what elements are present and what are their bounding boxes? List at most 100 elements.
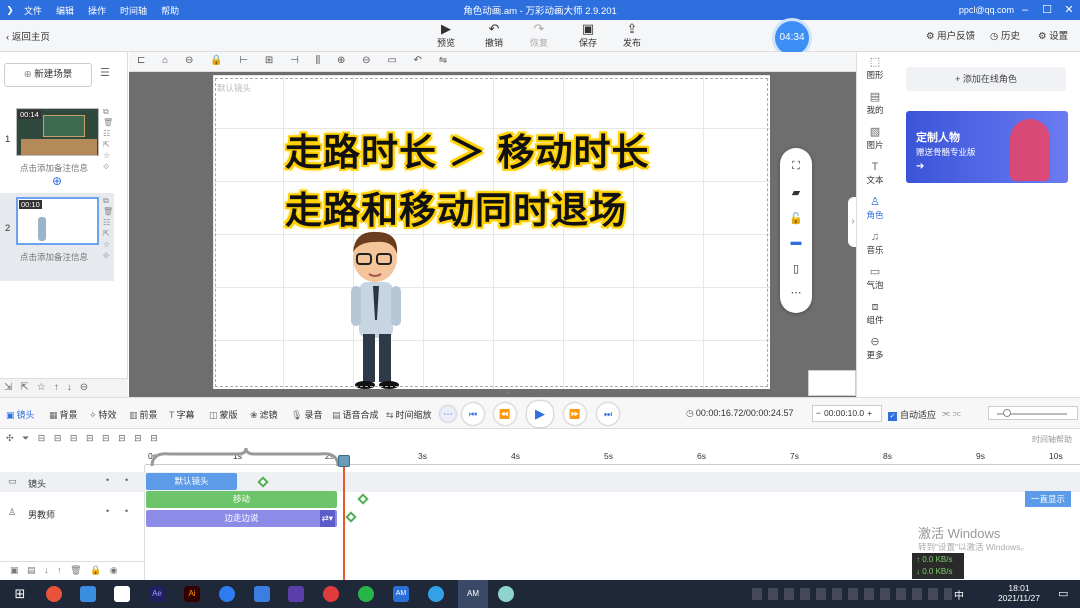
star-icon[interactable]: ☆ (37, 382, 54, 393)
tab-shape[interactable]: ⬚ 图形 (857, 56, 893, 81)
windows-start-icon[interactable]: ⊞ (12, 586, 28, 602)
zoom-in-icon[interactable]: ⊕ (337, 55, 345, 66)
walk-talk-clip[interactable]: 边走边说 ⇄▾ (146, 510, 337, 527)
history-button[interactable]: ◷ 历史 (990, 28, 1020, 42)
camera-clip[interactable]: 默认镜头 (146, 473, 237, 490)
tab-text[interactable]: T 文本 (857, 161, 893, 186)
fit-controls[interactable]: ⫘ ⫗ (942, 408, 961, 419)
record-button[interactable]: 🎙 录音 (291, 408, 322, 421)
next-frame-icon[interactable]: ⏩ (564, 403, 586, 425)
subtitle-button[interactable]: T 字幕 (169, 408, 195, 421)
zoom-slider-thumb[interactable] (1003, 409, 1011, 417)
menu-edit[interactable]: 编辑 (56, 4, 74, 17)
delete-icon[interactable]: 🗑 (70, 565, 81, 575)
tab-music[interactable]: ♫ 音乐 (857, 231, 893, 256)
anim-app-active-icon[interactable]: AM (458, 580, 488, 608)
add-scene-icon[interactable]: ⊕ (52, 174, 62, 188)
settings-button[interactable]: ⚙ 设置 (1038, 28, 1068, 42)
effects-button[interactable]: ✧ 特效 (89, 408, 117, 421)
menu-operate[interactable]: 操作 (88, 4, 106, 17)
filter-button[interactable]: ❀ 滤镜 (250, 408, 278, 421)
decrement-icon[interactable]: − (813, 408, 824, 418)
delete-icon[interactable]: 🗑 (103, 206, 113, 217)
tab-bubble[interactable]: ▭ 气泡 (857, 266, 893, 291)
redo-button[interactable]: ↷ 恢复 (519, 22, 559, 49)
back-home-button[interactable]: ‹ 返回主页 (6, 29, 50, 43)
prev-scene-icon[interactable]: ⏮ (462, 403, 484, 425)
delete-icon[interactable]: 🗑 (103, 117, 113, 128)
menu-timeline[interactable]: 时间轴 (120, 4, 147, 17)
expand-icon[interactable]: ⫗ (953, 408, 961, 418)
visibility-dot-icon[interactable]: • (106, 475, 109, 485)
flip-icon[interactable]: ⇋ (439, 55, 447, 66)
music-app-icon[interactable] (323, 586, 339, 602)
align-center-icon[interactable]: ⊞ (265, 55, 273, 66)
lock-dot-icon[interactable]: • (125, 475, 128, 485)
settings-icon[interactable]: ☷ (103, 128, 113, 139)
transition-icon[interactable]: ⟐ (103, 161, 113, 172)
list-icon[interactable]: ☰ (100, 66, 110, 79)
auto-fit-checkbox[interactable]: ✓ 自动适应 (888, 408, 936, 421)
tab-more[interactable]: ⊖ 更多 (857, 336, 893, 361)
more-icon[interactable]: ⋯ (780, 286, 812, 299)
input-method[interactable]: 中 (954, 587, 964, 602)
custom-character-banner[interactable]: 定制人物 赠送骨骼专业版 ➔ (906, 111, 1068, 183)
import-icon[interactable]: ⇲ (4, 382, 20, 393)
lock-icon[interactable]: 🔒 (90, 565, 101, 575)
increment-icon[interactable]: + (864, 408, 875, 418)
star-icon[interactable]: ☆ (103, 239, 113, 250)
mini-preview[interactable] (808, 370, 856, 396)
swap-icon[interactable]: ⇄▾ (319, 510, 335, 527)
export-icon[interactable]: ⇱ (20, 382, 36, 393)
keyframe-diamond[interactable] (357, 493, 369, 505)
mobile-icon[interactable]: ▯ (780, 262, 812, 275)
align-icon[interactable]: ⊟ (70, 433, 78, 443)
new-scene-button[interactable]: ⊕ 新建场景 (4, 63, 92, 87)
align-icon[interactable]: ⊟ (150, 433, 158, 443)
menu-help[interactable]: 帮助 (161, 4, 179, 17)
desktop-icon[interactable]: ▬ (780, 236, 812, 248)
tab-mine[interactable]: ▤ 我的 (857, 91, 893, 116)
scene-thumbnail[interactable]: 00:10 (16, 197, 99, 245)
tab-component[interactable]: ⧈ 组件 (857, 301, 893, 326)
eye-icon[interactable]: ◉ (110, 565, 118, 575)
align-icon[interactable]: ⊟ (86, 433, 94, 443)
settings-icon[interactable]: ☷ (103, 217, 113, 228)
tab-character[interactable]: ♙ 角色 (857, 196, 893, 221)
more-icon[interactable]: ⊖ (80, 382, 96, 393)
duration-stepper[interactable]: −00:00:10.0 + (812, 405, 882, 422)
playhead-handle[interactable] (338, 455, 350, 467)
align-icon[interactable]: ⊟ (54, 433, 62, 443)
rotate-icon[interactable]: ↶ (414, 55, 422, 66)
image-icon[interactable]: ▣ (10, 565, 19, 575)
scene-thumbnail[interactable]: 00:14 (16, 108, 99, 156)
play-icon[interactable]: ▶ (527, 401, 553, 427)
notification-icon[interactable]: ▭ (1058, 587, 1068, 600)
camera-track-button[interactable]: ▣ 镜头 (6, 408, 35, 421)
foreground-button[interactable]: ▥ 前景 (129, 408, 158, 421)
maximize-icon[interactable]: ☐ (1036, 0, 1058, 20)
cloud-icon[interactable] (80, 586, 96, 602)
align-icon[interactable]: ⊏ (137, 55, 145, 66)
app-icon[interactable] (219, 586, 235, 602)
star-icon[interactable]: ☆ (103, 150, 113, 161)
close-icon[interactable]: ✕ (1058, 0, 1080, 20)
align-left-icon[interactable]: ⊢ (239, 55, 248, 66)
align-icon[interactable]: ⊟ (118, 433, 126, 443)
minus-icon[interactable]: ⊖ (185, 55, 193, 66)
scene-note[interactable]: 点击添加备注信息 (20, 251, 88, 263)
app-icon[interactable] (254, 586, 270, 602)
align-icon[interactable]: ⊟ (38, 433, 46, 443)
add-online-character-button[interactable]: + 添加在线角色 (906, 67, 1066, 91)
shrink-icon[interactable]: ⫘ (942, 408, 950, 418)
prev-frame-icon[interactable]: ⏪ (494, 403, 516, 425)
zoom-out-icon[interactable]: ⊖ (362, 55, 370, 66)
distribute-icon[interactable]: ⫼ (316, 55, 321, 66)
zoom-slider[interactable] (988, 406, 1078, 420)
arrow-down-icon[interactable]: ↓ (44, 565, 49, 575)
tray-icons[interactable] (752, 588, 952, 600)
camera-icon[interactable]: ▰ (780, 186, 812, 199)
save-button[interactable]: ▣ 保存 (568, 22, 608, 49)
clock[interactable]: 18:01 2021/11/27 (994, 583, 1044, 603)
menu-file[interactable]: 文件 (24, 4, 42, 17)
